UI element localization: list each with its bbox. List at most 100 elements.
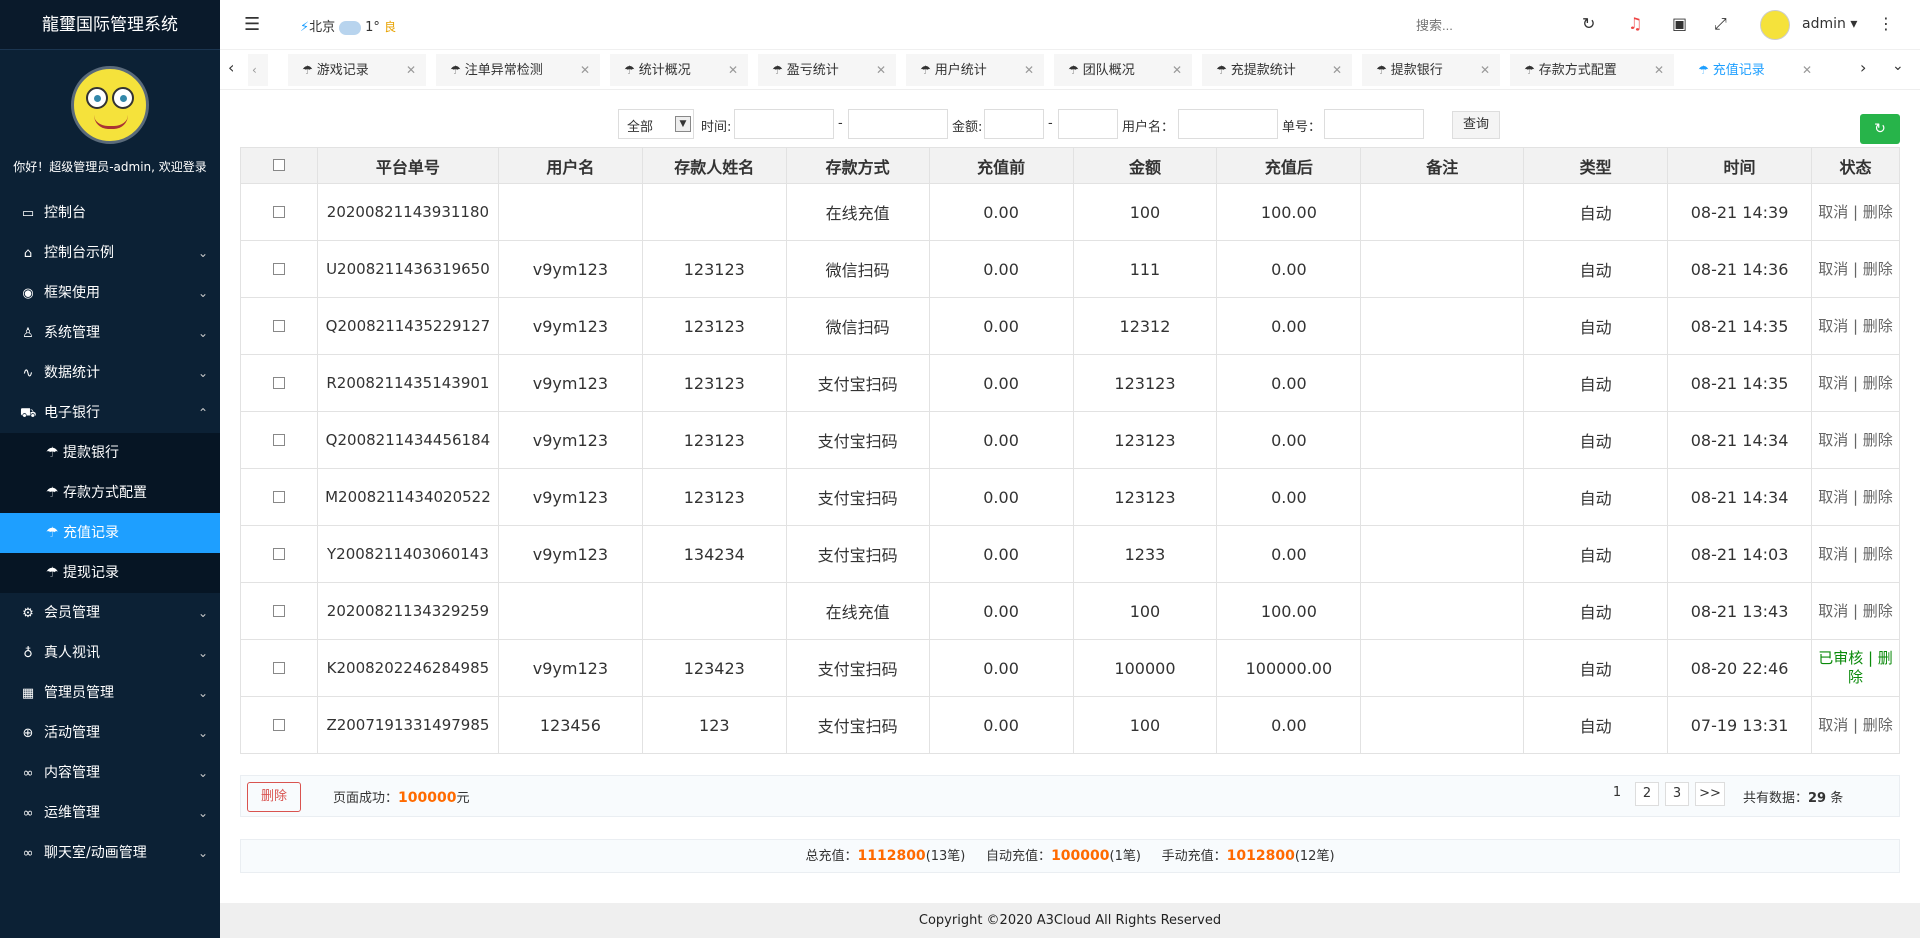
- cancel-link[interactable]: 取消 | 删除: [1818, 431, 1893, 449]
- row-actions[interactable]: 取消 | 删除: [1811, 411, 1900, 469]
- tab-bet-anomaly[interactable]: ☂ 注单异常检测 ✕: [436, 54, 600, 86]
- user-avatar[interactable]: [1760, 10, 1790, 40]
- cancel-link[interactable]: 取消 | 删除: [1818, 203, 1893, 221]
- sidebar-item-system[interactable]: ♙ 系统管理 ⌄: [0, 313, 220, 353]
- close-icon[interactable]: ✕: [1654, 54, 1664, 86]
- order-label: 单号：: [1282, 120, 1322, 135]
- page-1[interactable]: 1: [1605, 782, 1629, 806]
- tab-game-records[interactable]: ☂ 游戏记录 ✕: [288, 54, 426, 86]
- sidebar-item-framework[interactable]: ◉ 框架使用 ⌄: [0, 273, 220, 313]
- row-checkbox[interactable]: [240, 468, 318, 526]
- row-checkbox[interactable]: [240, 411, 318, 469]
- sidebar-item-deposit-config[interactable]: ☂ 存款方式配置: [0, 473, 220, 513]
- row-actions[interactable]: 取消 | 删除: [1811, 582, 1900, 640]
- row-actions[interactable]: 取消 | 删除: [1811, 525, 1900, 583]
- amount-min-input[interactable]: [984, 109, 1044, 139]
- close-icon[interactable]: ✕: [406, 54, 416, 86]
- row-actions[interactable]: 取消 | 删除: [1811, 354, 1900, 412]
- row-actions[interactable]: 取消 | 删除: [1811, 696, 1900, 754]
- amount-max-input[interactable]: [1058, 109, 1118, 139]
- close-icon[interactable]: ✕: [580, 54, 590, 86]
- order-input[interactable]: [1324, 109, 1424, 139]
- page-next[interactable]: >>: [1695, 782, 1725, 806]
- row-actions[interactable]: 取消 | 删除: [1811, 240, 1900, 298]
- sidebar-item-content[interactable]: ∞ 内容管理 ⌄: [0, 753, 220, 793]
- menu-fold-icon[interactable]: ☰: [244, 14, 260, 35]
- bell-icon[interactable]: ♫: [1628, 14, 1642, 33]
- user-menu[interactable]: admin ▾: [1802, 16, 1857, 32]
- sidebar-item-dashboard-demo[interactable]: ⌂ 控制台示例 ⌄: [0, 233, 220, 273]
- table-cell: 0.00: [1216, 468, 1362, 526]
- cancel-link[interactable]: 取消 | 删除: [1818, 317, 1893, 335]
- sidebar-item-recharge-records[interactable]: ☂ 充值记录: [0, 513, 220, 553]
- row-checkbox[interactable]: [240, 639, 318, 697]
- username-input[interactable]: [1178, 109, 1278, 139]
- sidebar-item-ebank[interactable]: ⛟ 电子银行 ⌃: [0, 393, 220, 433]
- sidebar-item-activities[interactable]: ⊕ 活动管理 ⌄: [0, 713, 220, 753]
- cancel-link[interactable]: 取消 | 删除: [1818, 545, 1893, 563]
- tab-menu-chevron-icon[interactable]: ⌄: [1892, 58, 1904, 74]
- row-actions[interactable]: 取消 | 删除: [1811, 297, 1900, 355]
- fullscreen-icon[interactable]: ⤢: [1714, 14, 1727, 34]
- row-checkbox[interactable]: [240, 240, 318, 298]
- tab-recharge-records[interactable]: ☂ 充值记录 ✕: [1684, 54, 1822, 86]
- row-checkbox[interactable]: [240, 354, 318, 412]
- cancel-link[interactable]: 取消 | 删除: [1818, 260, 1893, 278]
- row-checkbox[interactable]: [240, 525, 318, 583]
- approved-label[interactable]: 已审核 | 删除: [1818, 649, 1893, 686]
- cancel-link[interactable]: 取消 | 删除: [1818, 488, 1893, 506]
- time-end-input[interactable]: [848, 109, 948, 139]
- close-icon[interactable]: ✕: [1480, 54, 1490, 86]
- row-actions[interactable]: 已审核 | 删除: [1811, 639, 1900, 697]
- tab-stats-overview[interactable]: ☂ 统计概况 ✕: [610, 54, 748, 86]
- row-checkbox[interactable]: [240, 183, 318, 241]
- close-icon[interactable]: ✕: [728, 54, 738, 86]
- sidebar-item-stats[interactable]: ∿ 数据统计 ⌄: [0, 353, 220, 393]
- cancel-link[interactable]: 取消 | 删除: [1818, 374, 1893, 392]
- tab-scroll-left-icon[interactable]: ‹: [228, 58, 234, 77]
- time-start-input[interactable]: [734, 109, 834, 139]
- sidebar-item-chat[interactable]: ∞ 聊天室/动画管理 ⌄: [0, 833, 220, 873]
- sidebar-item-dashboard[interactable]: ▭ 控制台: [0, 193, 220, 233]
- close-icon[interactable]: ✕: [876, 54, 886, 86]
- cancel-link[interactable]: 取消 | 删除: [1818, 602, 1893, 620]
- delete-button[interactable]: 删除: [247, 782, 301, 812]
- row-checkbox[interactable]: [240, 582, 318, 640]
- row-actions[interactable]: 取消 | 删除: [1811, 468, 1900, 526]
- page-3[interactable]: 3: [1665, 782, 1689, 806]
- row-checkbox[interactable]: [240, 297, 318, 355]
- lock-icon[interactable]: ▣: [1672, 14, 1687, 33]
- type-select[interactable]: 全部 ▼: [618, 109, 694, 139]
- tab-deposit-withdraw-stats[interactable]: ☂ 充提款统计 ✕: [1202, 54, 1352, 86]
- row-checkbox[interactable]: [240, 696, 318, 754]
- table-cell: 07-19 13:31: [1667, 696, 1812, 754]
- more-icon[interactable]: ⋮: [1878, 14, 1894, 33]
- close-icon[interactable]: ✕: [1332, 54, 1342, 86]
- tab-hidden[interactable]: ‹: [248, 54, 268, 86]
- sidebar-item-withdraw-bank[interactable]: ☂ 提款银行: [0, 433, 220, 473]
- close-icon[interactable]: ✕: [1802, 54, 1812, 86]
- sidebar-item-live-video[interactable]: ♁ 真人视讯 ⌄: [0, 633, 220, 673]
- cancel-link[interactable]: 取消 | 删除: [1818, 716, 1893, 734]
- query-button[interactable]: 查询: [1452, 111, 1500, 139]
- sidebar-item-ops[interactable]: ∞ 运维管理 ⌄: [0, 793, 220, 833]
- tab-team-overview[interactable]: ☂ 团队概况 ✕: [1054, 54, 1192, 86]
- avatar[interactable]: [71, 66, 149, 144]
- tab-scroll-right-icon[interactable]: ›: [1860, 58, 1866, 77]
- refresh-button[interactable]: ↻: [1860, 114, 1900, 144]
- tab-withdraw-bank[interactable]: ☂ 提款银行 ✕: [1362, 54, 1500, 86]
- tab-user-stats[interactable]: ☂ 用户统计 ✕: [906, 54, 1044, 86]
- tab-deposit-config[interactable]: ☂ 存款方式配置 ✕: [1510, 54, 1674, 86]
- row-actions[interactable]: 取消 | 删除: [1811, 183, 1900, 241]
- search-input[interactable]: [1416, 14, 1526, 36]
- tab-profit-loss[interactable]: ☂ 盈亏统计 ✕: [758, 54, 896, 86]
- refresh-icon[interactable]: ↻: [1582, 14, 1595, 33]
- sidebar-item-withdraw-records[interactable]: ☂ 提现记录: [0, 553, 220, 593]
- select-all-checkbox[interactable]: [240, 147, 318, 184]
- sidebar-item-members[interactable]: ⚙ 会员管理 ⌄: [0, 593, 220, 633]
- close-icon[interactable]: ✕: [1024, 54, 1034, 86]
- page-2[interactable]: 2: [1635, 782, 1659, 806]
- table-cell: v9ym123: [497, 639, 643, 697]
- close-icon[interactable]: ✕: [1172, 54, 1182, 86]
- sidebar-item-admins[interactable]: ▦ 管理员管理 ⌄: [0, 673, 220, 713]
